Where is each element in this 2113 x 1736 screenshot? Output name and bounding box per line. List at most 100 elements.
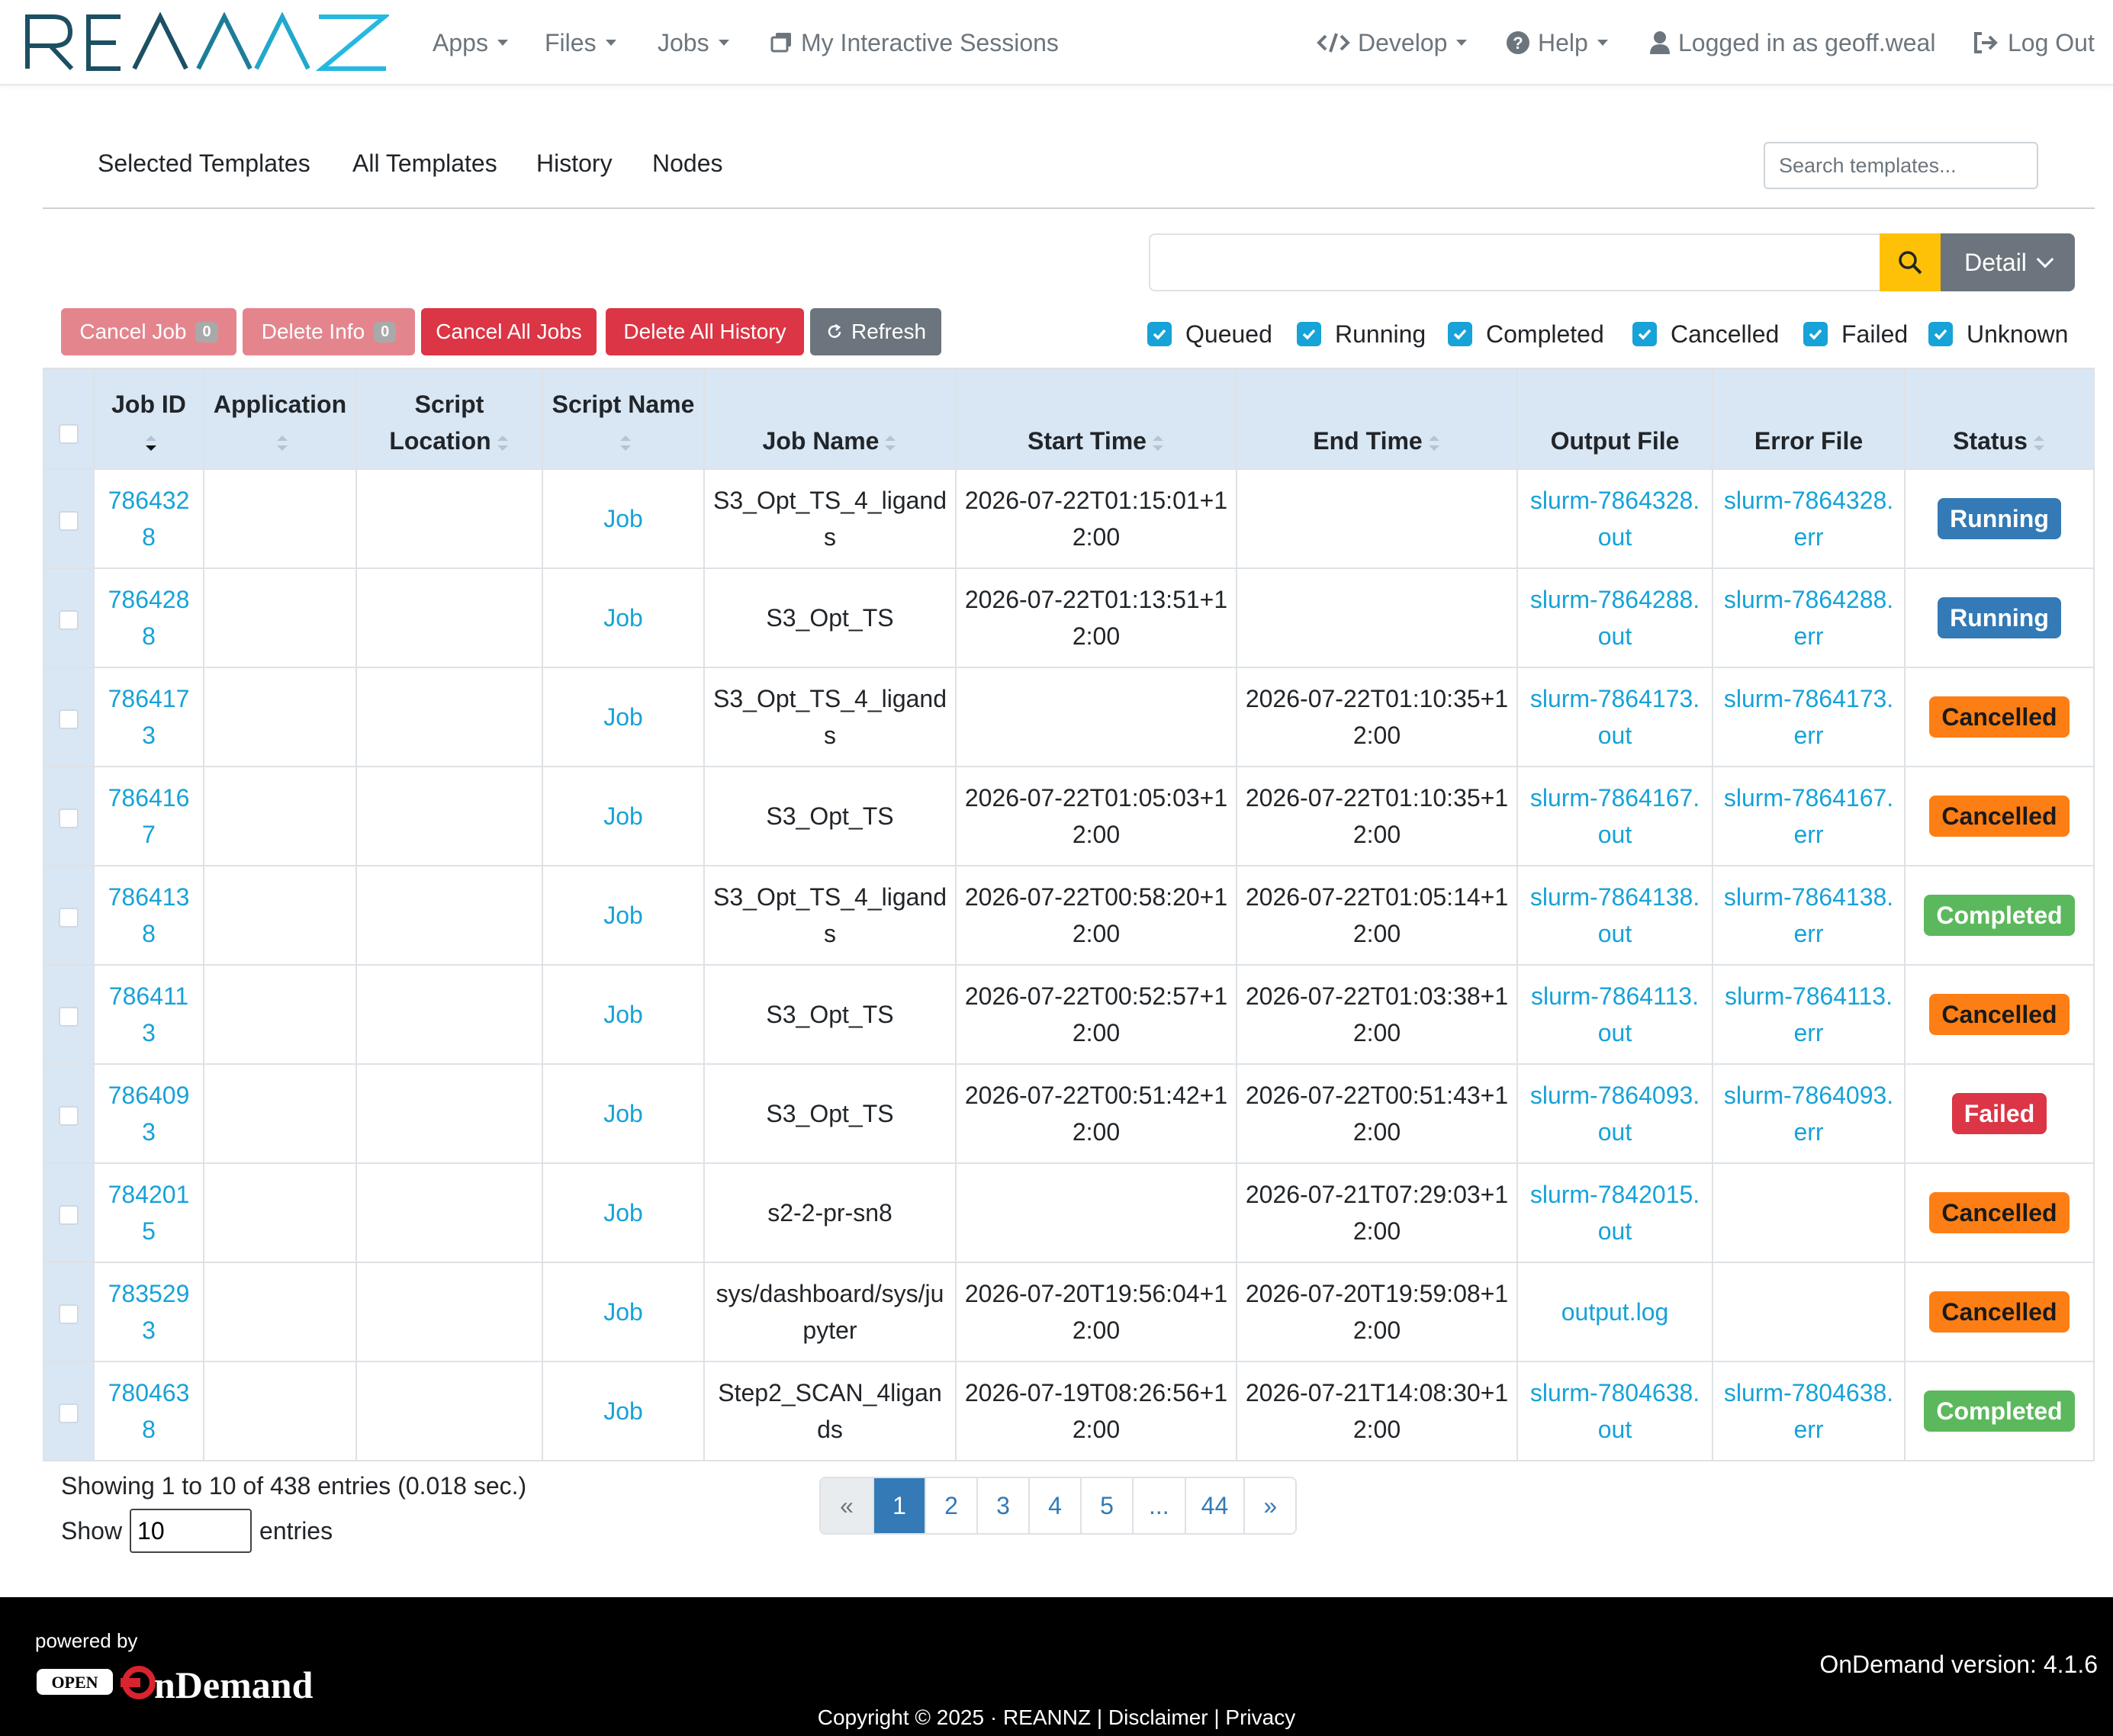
row-checkbox[interactable] xyxy=(59,609,79,630)
output-file-link[interactable]: slurm-7804638.out xyxy=(1516,1361,1713,1461)
template-search-input[interactable] xyxy=(1764,142,2038,189)
output-file-link[interactable]: output.log xyxy=(1516,1262,1713,1362)
tab-history[interactable]: History xyxy=(536,149,613,178)
delete-info-button[interactable]: Delete Info 0 xyxy=(243,308,415,355)
output-file-link[interactable]: slurm-7864113.out xyxy=(1516,964,1713,1065)
nav-jobs[interactable]: Jobs xyxy=(658,0,729,85)
job-id-link[interactable]: 7864093 xyxy=(93,1063,204,1164)
table-row[interactable]: 7842015 Job s2-2-pr-sn8 2026-07-21T07:29:03… xyxy=(43,1162,2095,1263)
checkbox-checked-icon[interactable] xyxy=(1803,322,1828,346)
script-name-link[interactable]: Job xyxy=(542,964,705,1065)
page-button[interactable]: 2 xyxy=(925,1478,976,1533)
table-row[interactable]: 7864138 Job S3_Opt_TS_4_ligands 2026-07-22T… xyxy=(43,865,2095,966)
row-checkbox[interactable] xyxy=(59,1105,79,1126)
job-filter-input[interactable] xyxy=(1149,233,1880,291)
filter-completed[interactable]: Completed xyxy=(1448,317,1604,351)
error-file-link[interactable]: slurm-7864173.err xyxy=(1712,667,1906,767)
nav-develop[interactable]: Develop xyxy=(1317,0,1468,85)
output-file-link[interactable]: slurm-7864173.out xyxy=(1516,667,1713,767)
filter-unknown[interactable]: Unknown xyxy=(1928,317,2068,351)
col-application[interactable]: Application xyxy=(203,368,357,470)
table-row[interactable]: 7864328 Job S3_Opt_TS_4_ligands 2026-07-22T… xyxy=(43,468,2095,569)
delete-all-history-button[interactable]: Delete All History xyxy=(606,308,804,355)
table-row[interactable]: 7864173 Job S3_Opt_TS_4_ligands 2026-07-22T… xyxy=(43,667,2095,767)
script-name-link[interactable]: Job xyxy=(542,468,705,569)
output-file-link[interactable]: slurm-7864167.out xyxy=(1516,766,1713,866)
col-status[interactable]: Status xyxy=(1904,368,2095,470)
col-start-time[interactable]: Start Time xyxy=(955,368,1237,470)
output-file-link[interactable]: slurm-7864138.out xyxy=(1516,865,1713,966)
script-name-link[interactable]: Job xyxy=(542,667,705,767)
checkbox-checked-icon[interactable] xyxy=(1448,322,1472,346)
error-file-link[interactable]: slurm-7864138.err xyxy=(1712,865,1906,966)
job-id-link[interactable]: 7864167 xyxy=(93,766,204,866)
page-prev-button[interactable]: « xyxy=(821,1478,873,1533)
job-id-link[interactable]: 7804638 xyxy=(93,1361,204,1461)
error-file-link[interactable]: slurm-7804638.err xyxy=(1712,1361,1906,1461)
nav-interactive-sessions[interactable]: My Interactive Sessions xyxy=(770,0,1059,85)
row-checkbox[interactable] xyxy=(59,1304,79,1324)
tab-all-templates[interactable]: All Templates xyxy=(352,149,497,178)
col-job-name[interactable]: Job Name xyxy=(703,368,957,470)
page-button[interactable]: 3 xyxy=(976,1478,1028,1533)
script-name-link[interactable]: Job xyxy=(542,865,705,966)
row-checkbox[interactable] xyxy=(59,1204,79,1225)
table-row[interactable]: 7864288 Job S3_Opt_TS 2026-07-22T01:13:51+1… xyxy=(43,567,2095,668)
row-checkbox[interactable] xyxy=(59,808,79,828)
output-file-link[interactable]: slurm-7842015.out xyxy=(1516,1162,1713,1263)
tab-selected-templates[interactable]: Selected Templates xyxy=(98,149,310,178)
nav-help[interactable]: ? Help xyxy=(1506,0,1608,85)
filter-search-button[interactable] xyxy=(1880,233,1941,291)
job-id-link[interactable]: 7835293 xyxy=(93,1262,204,1362)
table-row[interactable]: 7804638 Job Step2_SCAN_4ligands 2026-07-19T… xyxy=(43,1361,2095,1461)
nav-user[interactable]: Logged in as geoff.weal xyxy=(1649,0,1935,85)
page-button[interactable]: 44 xyxy=(1184,1478,1244,1533)
output-file-link[interactable]: slurm-7864328.out xyxy=(1516,468,1713,569)
cancel-job-button[interactable]: Cancel Job 0 xyxy=(61,308,236,355)
error-file-link[interactable]: slurm-7864328.err xyxy=(1712,468,1906,569)
script-name-link[interactable]: Job xyxy=(542,567,705,668)
error-file-link[interactable]: slurm-7864167.err xyxy=(1712,766,1906,866)
filter-failed[interactable]: Failed xyxy=(1803,317,1908,351)
script-name-link[interactable]: Job xyxy=(542,766,705,866)
output-file-link[interactable]: slurm-7864093.out xyxy=(1516,1063,1713,1164)
row-checkbox[interactable] xyxy=(59,510,79,531)
refresh-button[interactable]: Refresh xyxy=(810,308,941,355)
nav-apps[interactable]: Apps xyxy=(433,0,508,85)
script-name-link[interactable]: Job xyxy=(542,1162,705,1263)
error-file-link[interactable] xyxy=(1712,1262,1906,1362)
page-button[interactable]: 5 xyxy=(1080,1478,1132,1533)
job-id-link[interactable]: 7864138 xyxy=(93,865,204,966)
col-end-time[interactable]: End Time xyxy=(1236,368,1518,470)
row-checkbox[interactable] xyxy=(59,1403,79,1423)
detail-dropdown-button[interactable]: Detail xyxy=(1941,233,2075,291)
checkbox-checked-icon[interactable] xyxy=(1928,322,1953,346)
page-button[interactable]: ... xyxy=(1132,1478,1185,1533)
col-script-name[interactable]: Script Name xyxy=(542,368,705,470)
col-script-location[interactable]: Script Location xyxy=(355,368,543,470)
cancel-all-jobs-button[interactable]: Cancel All Jobs xyxy=(421,308,597,355)
table-row[interactable]: 7864167 Job S3_Opt_TS 2026-07-22T01:05:03+1… xyxy=(43,766,2095,866)
job-id-link[interactable]: 7864173 xyxy=(93,667,204,767)
checkbox-checked-icon[interactable] xyxy=(1297,322,1321,346)
page-button[interactable]: 4 xyxy=(1028,1478,1080,1533)
error-file-link[interactable]: slurm-7864093.err xyxy=(1712,1063,1906,1164)
page-length-input[interactable] xyxy=(130,1509,252,1553)
col-job-id[interactable]: Job ID xyxy=(93,368,204,470)
error-file-link[interactable] xyxy=(1712,1162,1906,1263)
script-name-link[interactable]: Job xyxy=(542,1262,705,1362)
checkbox-checked-icon[interactable] xyxy=(1632,322,1657,346)
row-checkbox[interactable] xyxy=(59,907,79,927)
page-next-button[interactable]: » xyxy=(1243,1478,1296,1533)
open-ondemand-logo[interactable]: OPEN nDemand xyxy=(35,1658,386,1707)
tab-nodes[interactable]: Nodes xyxy=(652,149,723,178)
table-row[interactable]: 7864093 Job S3_Opt_TS 2026-07-22T00:51:42+1… xyxy=(43,1063,2095,1164)
job-id-link[interactable]: 7864113 xyxy=(93,964,204,1065)
job-id-link[interactable]: 7864288 xyxy=(93,567,204,668)
job-id-link[interactable]: 7842015 xyxy=(93,1162,204,1263)
page-button[interactable]: 1 xyxy=(873,1478,925,1533)
nav-logout[interactable]: Log Out xyxy=(1973,0,2095,85)
job-id-link[interactable]: 7864328 xyxy=(93,468,204,569)
filter-cancelled[interactable]: Cancelled xyxy=(1632,317,1779,351)
reannz-logo[interactable] xyxy=(23,12,389,72)
